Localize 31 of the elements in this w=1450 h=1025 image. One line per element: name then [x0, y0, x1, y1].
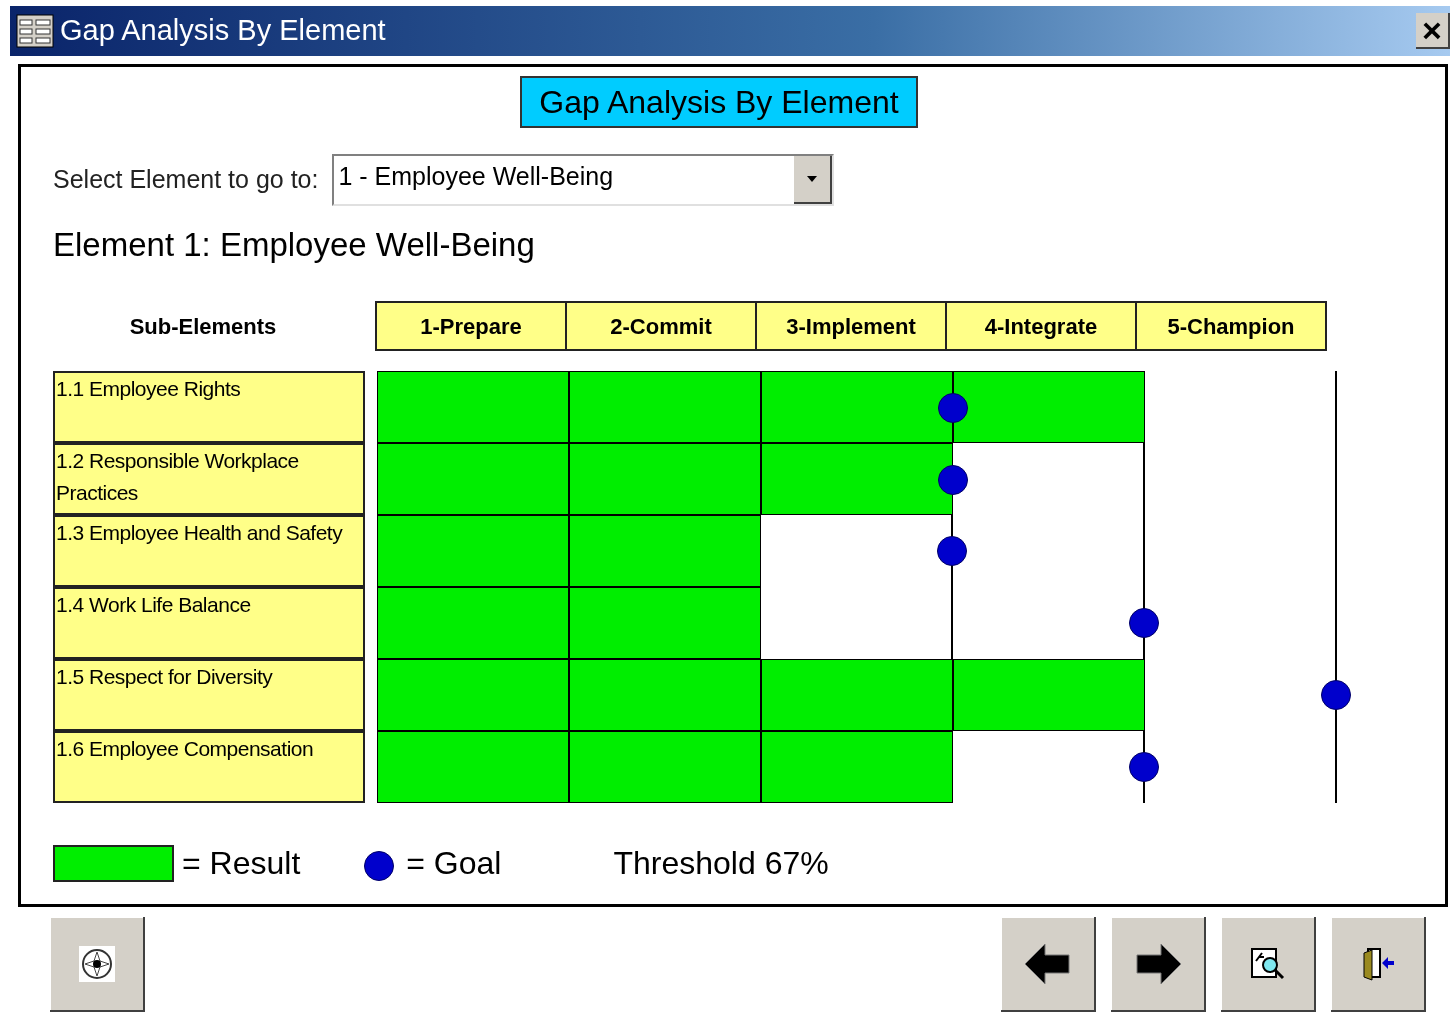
preview-button[interactable] [1221, 917, 1316, 1012]
stage-header: 3-Implement [755, 301, 947, 351]
compass-icon [78, 945, 115, 982]
threshold-text: Threshold 67% [613, 844, 829, 883]
select-label: Select Element to go to: [53, 164, 319, 196]
sub-element-label: 1.4 Work Life Balance [53, 587, 365, 659]
column-header: Sub-Elements [128, 312, 278, 341]
goal-legend: = Goal [406, 839, 502, 887]
close-button[interactable]: × [1416, 13, 1450, 49]
report-heading: Gap Analysis By Element [520, 76, 918, 128]
goal-swatch [364, 851, 395, 881]
sub-element-label: 1.3 Employee Health and Safety [53, 515, 365, 587]
stage-header: 4-Integrate [945, 301, 1137, 351]
back-button[interactable] [1001, 917, 1096, 1012]
forward-button[interactable] [1111, 917, 1206, 1012]
arrow-left-icon [1022, 941, 1073, 986]
stage-header: 5-Champion [1135, 301, 1327, 351]
preview-icon [1249, 946, 1286, 981]
window-title: Gap Analysis By Element [60, 13, 386, 49]
element-title: Element 1: Employee Well-Being [53, 228, 536, 261]
exit-button[interactable] [1331, 917, 1426, 1012]
sub-element-label: 1.6 Employee Compensation [53, 731, 365, 803]
form-icon [16, 14, 54, 48]
sub-element-label: 1.2 Responsible Workplace Practices [53, 443, 365, 515]
sub-element-label: 1.1 Employee Rights [53, 371, 365, 443]
stage-header: 2-Commit [565, 301, 757, 351]
result-legend: = Result [182, 839, 301, 887]
sub-element-label: 1.5 Respect for Diversity [53, 659, 365, 731]
element-dropdown[interactable]: 1 - Employee Well-Being [332, 154, 835, 206]
compass-button[interactable] [50, 917, 145, 1012]
stage-header: 1-Prepare [375, 301, 567, 351]
